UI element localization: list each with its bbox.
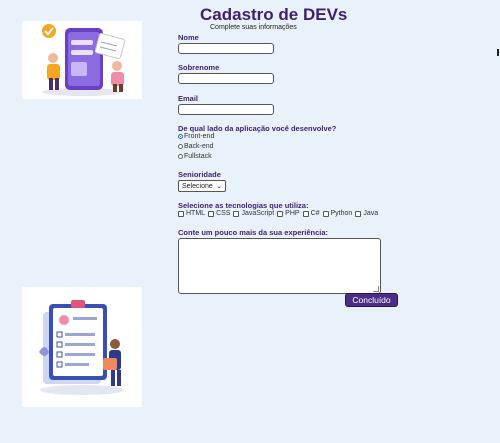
developer-phone-illustration bbox=[22, 21, 142, 99]
name-input[interactable] bbox=[178, 43, 274, 54]
email-input[interactable] bbox=[178, 104, 274, 115]
seniority-selected-value: Selecione bbox=[182, 182, 213, 190]
radio-label: Front-end bbox=[184, 133, 215, 140]
checkbox[interactable] bbox=[233, 210, 240, 217]
experience-label: Conte um pouco mais da sua experiência: bbox=[178, 228, 329, 237]
name-label: Nome bbox=[178, 33, 199, 42]
tech-label: Selecione as tecnologias que utiliza: bbox=[178, 201, 309, 210]
radio-button[interactable] bbox=[178, 144, 183, 149]
checkbox[interactable] bbox=[277, 210, 284, 217]
checkbox-label: HTML bbox=[186, 210, 206, 217]
checkbox-label: JavaScript bbox=[241, 210, 275, 217]
radio-fullstack[interactable]: Fullstack bbox=[178, 153, 212, 160]
checkbox[interactable] bbox=[208, 210, 215, 217]
tech-option-php[interactable]: PHP bbox=[277, 210, 300, 217]
page-title: Cadastro de DEVs bbox=[200, 5, 348, 24]
checkbox[interactable] bbox=[355, 210, 362, 217]
tech-checkbox-group: HTML CSS JavaScript PHP C# Python Java bbox=[178, 210, 381, 217]
resize-handle-icon[interactable] bbox=[373, 286, 379, 292]
radio-front-end[interactable]: Front-end bbox=[178, 133, 214, 140]
tech-option-javascript[interactable]: JavaScript bbox=[233, 210, 274, 217]
tech-option-java[interactable]: Java bbox=[355, 210, 378, 217]
side-question-label: De qual lado da aplicação você desenvolv… bbox=[178, 124, 337, 133]
experience-textarea[interactable] bbox=[178, 238, 381, 294]
tech-option-csharp[interactable]: C# bbox=[302, 210, 320, 217]
radio-label: Fullstack bbox=[184, 153, 212, 160]
checkbox-label: PHP bbox=[285, 210, 300, 217]
submit-button[interactable]: Concluído bbox=[345, 293, 398, 307]
radio-back-end[interactable]: Back-end bbox=[178, 143, 214, 150]
radio-button[interactable] bbox=[178, 134, 183, 139]
checkbox[interactable] bbox=[322, 210, 329, 217]
radio-button[interactable] bbox=[178, 154, 183, 159]
tech-option-python[interactable]: Python bbox=[322, 210, 353, 217]
email-label: Email bbox=[178, 94, 199, 103]
checkbox-label: CSS bbox=[216, 210, 231, 217]
tech-option-html[interactable]: HTML bbox=[178, 210, 205, 217]
chevron-down-icon: ⌄ bbox=[216, 183, 222, 190]
seniority-label: Senioridade bbox=[178, 170, 221, 179]
checkbox[interactable] bbox=[302, 210, 309, 217]
seniority-select[interactable]: Selecione ⌄ bbox=[178, 180, 226, 192]
surname-input[interactable] bbox=[178, 73, 274, 84]
radio-label: Back-end bbox=[184, 143, 214, 150]
clipboard-checklist-illustration bbox=[22, 287, 142, 407]
checkbox-label: Java bbox=[363, 210, 379, 217]
surname-label: Sobrenome bbox=[178, 63, 220, 72]
page-subtitle: Complete suas informações bbox=[210, 24, 297, 31]
checkbox-label: Python bbox=[330, 210, 353, 217]
checkbox-label: C# bbox=[310, 210, 320, 217]
edge-marker bbox=[497, 49, 499, 56]
tech-option-css[interactable]: CSS bbox=[208, 210, 230, 217]
checkbox[interactable] bbox=[178, 210, 184, 217]
